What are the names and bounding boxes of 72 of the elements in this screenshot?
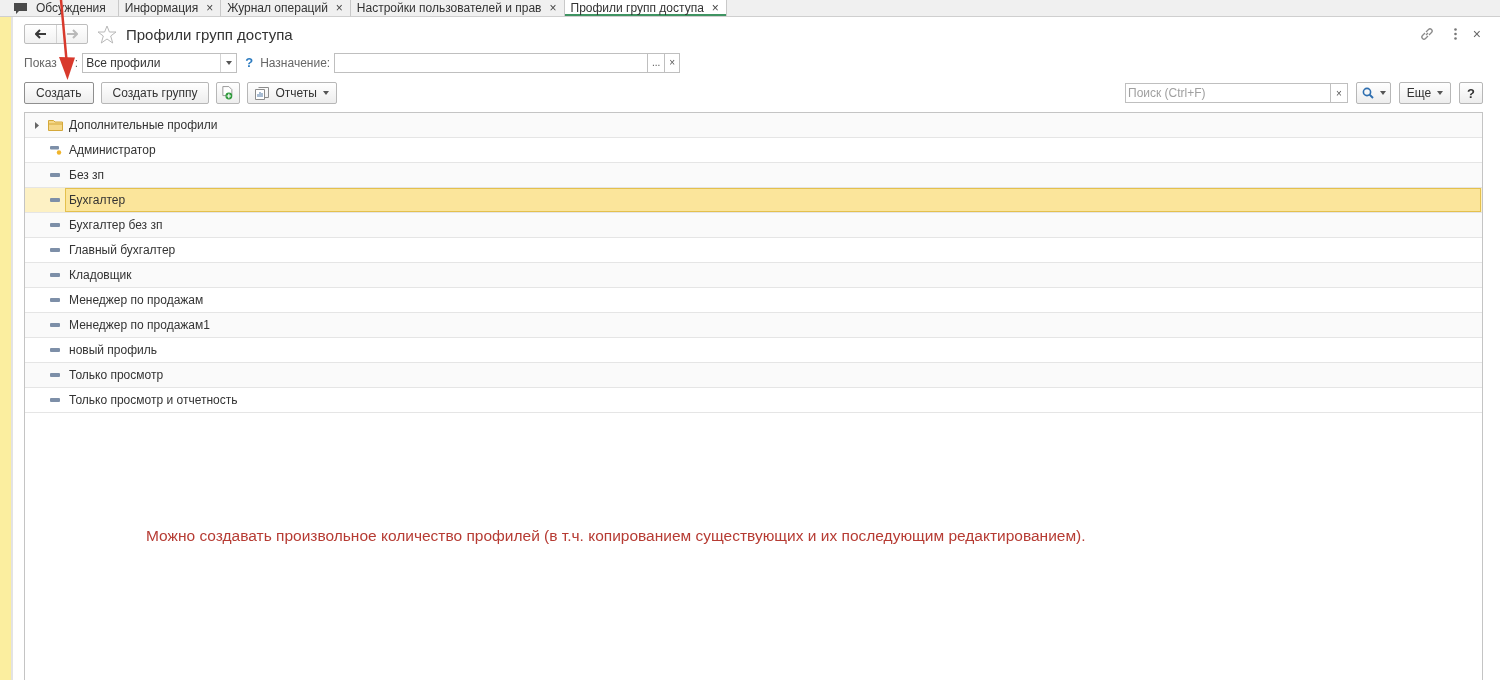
profile-name: Кладовщик <box>68 267 133 284</box>
clear-button[interactable]: × <box>665 52 680 73</box>
profile-name: новый профиль <box>68 342 158 359</box>
tab-close-button[interactable]: × <box>549 1 557 15</box>
list-row[interactable]: Кладовщик <box>25 263 1482 288</box>
reports-button[interactable]: Отчеты <box>247 82 337 104</box>
profile-icon <box>50 298 60 302</box>
create-button[interactable]: Создать <box>24 82 94 104</box>
list-row[interactable]: Дополнительные профили <box>25 113 1482 138</box>
left-arrow-icon <box>34 29 47 39</box>
more-options-icon[interactable] <box>1453 28 1457 40</box>
profile-name: Главный бухгалтер <box>68 242 177 259</box>
profile-icon <box>50 373 60 377</box>
close-button[interactable]: × <box>1472 26 1481 42</box>
tab[interactable]: Информация × <box>118 0 222 16</box>
help-button[interactable]: ? <box>1459 82 1483 104</box>
create-group-button[interactable]: Создать группу <box>100 82 210 104</box>
profile-icon <box>50 198 60 202</box>
more-button[interactable]: Еще <box>1399 82 1451 104</box>
profile-name: Менеджер по продажам <box>68 292 205 309</box>
link-icon[interactable] <box>1419 27 1434 41</box>
help-link[interactable]: ? <box>245 55 254 70</box>
admin-profile-icon <box>50 145 62 155</box>
profile-icon <box>50 348 60 352</box>
search-icon <box>1361 87 1374 99</box>
search-button[interactable] <box>1356 82 1391 104</box>
profile-name: Менеджер по продажам1 <box>68 317 211 334</box>
tab[interactable]: Профили групп доступа × <box>564 0 727 16</box>
annotation-text: Можно создавать произвольное количество профилей (в т.ч. копированием существующих и их последующим редактированием). <box>146 527 1087 545</box>
profile-icon <box>50 273 60 277</box>
profile-name: Только просмотр <box>68 367 165 384</box>
list-row[interactable]: Без зп <box>25 163 1482 188</box>
profile-icon <box>50 323 60 327</box>
search-clear-button[interactable]: × <box>1331 83 1348 103</box>
profile-name: Дополнительные профили <box>68 117 219 134</box>
add-document-button[interactable] <box>216 82 241 104</box>
speech-bubble-icon <box>14 2 27 14</box>
tab-close-button[interactable]: × <box>335 1 343 15</box>
purpose-field[interactable] <box>334 52 649 73</box>
show-label: Показ <box>24 55 57 70</box>
dropdown-caret-icon <box>322 91 329 95</box>
tab-close-button[interactable]: × <box>206 1 214 15</box>
purpose-label: Назначение: <box>260 55 331 70</box>
list-row[interactable]: Менеджер по продажам1 <box>25 313 1482 338</box>
profile-icon <box>50 248 60 252</box>
document-plus-icon <box>222 85 235 101</box>
dropdown-caret-icon <box>1437 91 1444 95</box>
list-row[interactable]: Только просмотр <box>25 363 1482 388</box>
list-row[interactable]: Бухгалтер без зп <box>25 213 1482 238</box>
profile-name: Без зп <box>68 167 106 184</box>
show-label-colon: : <box>74 55 79 70</box>
report-icon <box>255 86 270 100</box>
tab[interactable]: Журнал операций × <box>221 0 351 16</box>
expand-triangle-icon[interactable] <box>35 121 39 129</box>
dropdown-caret-icon <box>225 60 232 65</box>
show-select[interactable]: Все профили <box>82 52 238 73</box>
form-title: Профили групп доступа <box>126 25 293 43</box>
tab-close-button[interactable]: × <box>711 1 719 15</box>
profile-name: Только просмотр и отчетность <box>68 392 239 409</box>
profile-name: Администратор <box>68 142 157 159</box>
star-icon[interactable] <box>97 24 117 44</box>
profile-name: Бухгалтер без зп <box>68 217 164 234</box>
dropdown-caret-icon <box>1379 91 1386 95</box>
profile-icon <box>50 398 60 402</box>
profile-icon <box>50 223 60 227</box>
select-button[interactable]: ... <box>648 52 666 73</box>
right-arrow-icon <box>66 29 78 39</box>
tab[interactable]: Настройки пользователей и прав × <box>350 0 565 16</box>
profile-icon <box>50 173 60 177</box>
list-row[interactable]: Только просмотр и отчетность <box>25 388 1482 413</box>
folder-icon <box>47 119 63 131</box>
search-field[interactable]: Поиск (Ctrl+F) <box>1125 83 1331 103</box>
